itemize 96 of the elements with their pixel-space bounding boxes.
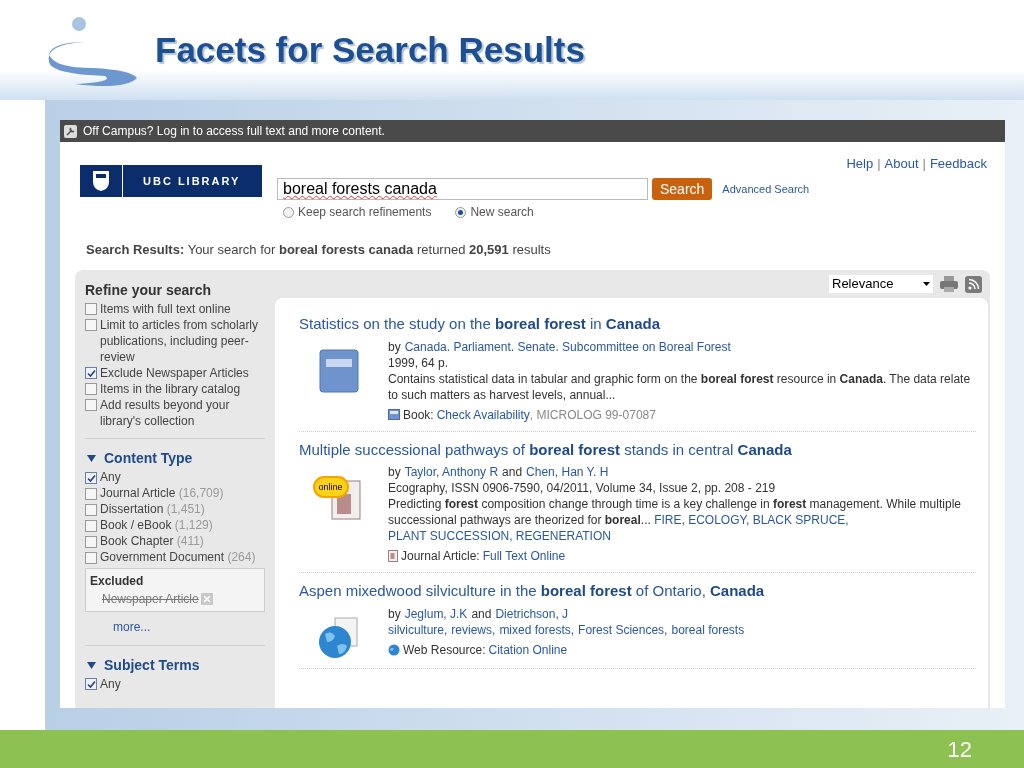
page-number: 12 bbox=[947, 735, 972, 764]
facet-option-label: Items in the library catalog bbox=[100, 381, 241, 397]
crest-icon bbox=[92, 170, 110, 192]
link-separator: | bbox=[922, 155, 926, 173]
print-icon[interactable] bbox=[939, 276, 959, 292]
subject-link[interactable]: boreal forests bbox=[671, 621, 745, 638]
author-link[interactable]: Dietrichson, J bbox=[495, 605, 569, 622]
search-button[interactable]: Search bbox=[652, 178, 713, 200]
result-title[interactable]: Statistics on the study on the boreal forest in Canada bbox=[299, 313, 976, 336]
subject-link[interactable]: ECOLOGY, bbox=[688, 513, 750, 527]
checkbox[interactable] bbox=[85, 504, 97, 516]
subject-link[interactable]: FIRE, bbox=[654, 513, 685, 527]
sort-dropdown[interactable]: Relevance bbox=[829, 275, 933, 293]
byline-text: by bbox=[388, 605, 401, 622]
author-link[interactable]: Taylor, Anthony R bbox=[404, 464, 499, 480]
checkbox[interactable] bbox=[85, 472, 97, 484]
rss-icon[interactable] bbox=[965, 275, 982, 293]
caret-icon bbox=[923, 282, 930, 286]
radio-button[interactable] bbox=[455, 206, 467, 218]
subject-link[interactable]: PLANT SUCCESSION, bbox=[388, 529, 513, 543]
header-link[interactable]: Help bbox=[846, 154, 874, 174]
book-icon bbox=[388, 409, 400, 420]
byline-text: by bbox=[388, 464, 401, 480]
results-summary: Search Results: Your search for boreal forests canada returned 20,591 results bbox=[85, 241, 552, 259]
call-number: , MICROLOG 99-07087 bbox=[529, 406, 656, 423]
subject-link[interactable]: REGENERATION bbox=[515, 529, 611, 543]
excluded-heading: Excluded bbox=[90, 573, 145, 590]
author-link[interactable]: Jeglum, J.K bbox=[404, 605, 468, 622]
format-label: Web Resource: bbox=[403, 641, 486, 658]
checkbox[interactable] bbox=[85, 536, 97, 548]
radio-label: New search bbox=[470, 204, 534, 221]
radio-label: Keep search refinements bbox=[298, 204, 432, 221]
availability-link[interactable]: Full Text Online bbox=[482, 548, 566, 564]
radio-button[interactable] bbox=[283, 206, 294, 218]
slide-title: Facets for Search Results bbox=[155, 28, 585, 71]
author-link[interactable]: Chen, Han Y. H bbox=[526, 464, 609, 480]
library-logo: UBC LIBRARY bbox=[80, 165, 262, 197]
availability-link[interactable]: Citation Online bbox=[488, 641, 568, 658]
facet-option-label: Any bbox=[100, 469, 121, 486]
facet-option-label: Any bbox=[100, 676, 121, 692]
search-field[interactable]: boreal forests canada bbox=[277, 178, 648, 200]
checkbox[interactable] bbox=[85, 367, 97, 379]
facet-heading[interactable]: Content Type bbox=[104, 448, 193, 469]
facet-option-label: Book / eBook (1,129) bbox=[100, 517, 213, 534]
subject-link[interactable]: BLACK SPRUCE, bbox=[752, 513, 849, 527]
online-badge: online bbox=[312, 476, 349, 498]
result-title[interactable]: Multiple successional pathways of boreal forest stands in central Canada bbox=[299, 438, 976, 461]
facet-option-label: Journal Article (16,709) bbox=[100, 485, 224, 502]
format-label: Journal Article: bbox=[401, 548, 480, 564]
facet-option-label: Limit to articles from scholarly publications, including peer-review bbox=[100, 317, 260, 365]
format-label: Book: bbox=[403, 406, 434, 423]
byline-text: and bbox=[502, 464, 523, 480]
publication-details: Ecography, ISSN 0906-7590, 04/2011, Volume 34, Issue 2, pp. 208 - 219 bbox=[388, 480, 777, 496]
subject-link[interactable]: Forest Sciences, bbox=[578, 621, 668, 638]
publication-details: 1999, 64 p. bbox=[388, 354, 450, 371]
checkbox[interactable] bbox=[85, 303, 97, 315]
checkbox[interactable] bbox=[85, 319, 97, 331]
byline-text: by bbox=[388, 338, 401, 355]
facet-option-label: Government Document (264) bbox=[100, 549, 256, 566]
facet-option-label: Dissertation (1,451) bbox=[100, 501, 205, 518]
globe-icon bbox=[316, 615, 361, 660]
facet-option-label: Exclude Newspaper Articles bbox=[100, 365, 249, 381]
availability-link[interactable]: Check Availability bbox=[436, 406, 530, 423]
checkbox[interactable] bbox=[85, 399, 97, 411]
remove-icon[interactable] bbox=[200, 593, 213, 605]
excluded-item: Newspaper Article bbox=[102, 591, 199, 608]
checkbox[interactable] bbox=[85, 678, 97, 690]
facet-heading[interactable]: Subject Terms bbox=[104, 655, 200, 676]
facet-option-label: Items with full text online bbox=[100, 301, 231, 317]
collapse-triangle-icon[interactable] bbox=[87, 454, 96, 463]
checkbox[interactable] bbox=[85, 520, 97, 532]
facet-option-label: Book Chapter (411) bbox=[100, 533, 204, 550]
result-title[interactable]: Aspen mixedwood silviculture in the boreal forest of Ontario, Canada bbox=[299, 580, 976, 603]
subject-link[interactable]: silviculture, bbox=[388, 621, 448, 638]
author-link[interactable]: Canada. Parliament. Senate. Subcommittee on Boreal Forest bbox=[404, 338, 731, 355]
checkbox[interactable] bbox=[85, 488, 97, 500]
link-separator: | bbox=[877, 155, 881, 173]
byline-text: and bbox=[471, 605, 492, 622]
subject-link[interactable]: reviews, bbox=[451, 621, 496, 638]
globe-icon bbox=[388, 643, 400, 656]
document-icon bbox=[388, 550, 398, 562]
advanced-search-link[interactable]: Advanced Search bbox=[722, 180, 810, 198]
refine-heading: Refine your search bbox=[85, 281, 213, 300]
subject-link[interactable]: mixed forests, bbox=[499, 621, 575, 638]
book-icon bbox=[318, 348, 359, 393]
header-link[interactable]: Feedback bbox=[929, 154, 987, 174]
header-link[interactable]: About bbox=[884, 154, 919, 174]
wrench-icon bbox=[64, 124, 77, 138]
result-description: Predicting forest composition change through time is a key challenge in forest management. While multiple successional pathways are theorized for boreal... FIRE, ECOLOGY, BLACK SPRUCE, PLANT SUCCESSION, REGENERATION bbox=[388, 496, 962, 544]
collapse-triangle-icon[interactable] bbox=[87, 661, 96, 670]
result-description: Contains statistical data in tabular and graphic form on the boreal forest resource in Canada. The data relate to such matters as harvest levels, annual... bbox=[388, 370, 972, 403]
checkbox[interactable] bbox=[85, 383, 97, 395]
checkbox[interactable] bbox=[85, 552, 97, 564]
facet-option-label: Add results beyond your library's collection bbox=[100, 397, 231, 429]
notice-text: Off Campus? Log in to access full text and more content. bbox=[83, 123, 385, 140]
more-link[interactable]: more... bbox=[113, 618, 151, 636]
